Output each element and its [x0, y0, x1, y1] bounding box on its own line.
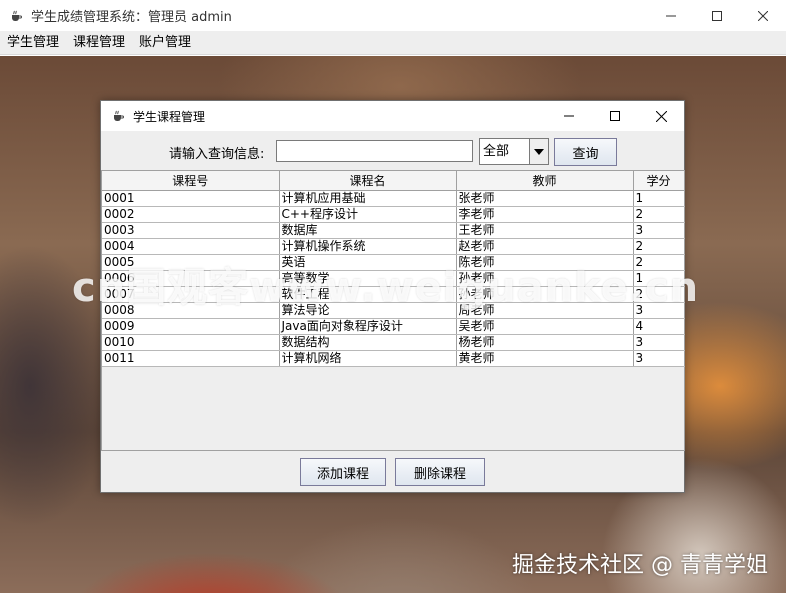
- search-type-value: 全部: [483, 144, 510, 159]
- table-row[interactable]: 0001 计算机应用基础 张老师 1: [102, 190, 685, 207]
- table-row[interactable]: 0010 数据结构 杨老师 3: [102, 334, 685, 351]
- table-row[interactable]: 0005 英语 陈老师 2: [102, 254, 685, 271]
- table-row[interactable]: 0006 高等数学 孙老师 1: [102, 270, 685, 287]
- menu-course-management[interactable]: 课程管理: [66, 31, 132, 55]
- cell-teacher[interactable]: 孙老师: [456, 286, 634, 303]
- cell-course-id[interactable]: 0005: [102, 254, 280, 271]
- menu-account-management[interactable]: 账户管理: [132, 31, 198, 55]
- cell-course-id[interactable]: 0007: [102, 286, 280, 303]
- cell-course-id[interactable]: 0002: [102, 206, 280, 223]
- cell-course-name[interactable]: 高等数学: [279, 270, 457, 287]
- cell-credits[interactable]: 3: [633, 302, 685, 319]
- java-cup-icon: [111, 109, 125, 123]
- cell-course-name[interactable]: 软件工程: [279, 286, 457, 303]
- cell-course-id[interactable]: 0004: [102, 238, 280, 255]
- column-header-credits[interactable]: 学分: [632, 171, 685, 191]
- column-header-course-id[interactable]: 课程号: [102, 171, 280, 191]
- table-row[interactable]: 0011 计算机网络 黄老师 3: [102, 350, 685, 367]
- course-management-dialog: 学生课程管理 请输入查询信息: 全部 查询 课程号 课程名 教师 学分 0001…: [100, 100, 685, 493]
- cell-teacher[interactable]: 王老师: [456, 222, 634, 239]
- cell-teacher[interactable]: 黄老师: [456, 350, 634, 367]
- cell-credits[interactable]: 1: [633, 270, 685, 287]
- menu-student-management[interactable]: 学生管理: [0, 31, 66, 55]
- cell-teacher[interactable]: 杨老师: [456, 334, 634, 351]
- dialog-maximize-button[interactable]: [592, 101, 638, 131]
- maximize-button[interactable]: [694, 0, 740, 31]
- chevron-down-icon[interactable]: [529, 139, 548, 164]
- course-table: 课程号 课程名 教师 学分 0001 计算机应用基础 张老师 1 0002 C++程序设计…: [101, 170, 685, 451]
- cell-course-name[interactable]: 计算机应用基础: [279, 190, 457, 207]
- cell-credits[interactable]: 2: [633, 254, 685, 271]
- cell-course-id[interactable]: 0006: [102, 270, 280, 287]
- column-header-course-name[interactable]: 课程名: [278, 171, 457, 191]
- cell-course-name[interactable]: 计算机操作系统: [279, 238, 457, 255]
- table-row[interactable]: 0002 C++程序设计 李老师 2: [102, 206, 685, 223]
- cell-teacher[interactable]: 赵老师: [456, 238, 634, 255]
- cell-teacher[interactable]: 孙老师: [456, 270, 634, 287]
- cell-credits[interactable]: 1: [633, 190, 685, 207]
- cell-course-id[interactable]: 0001: [102, 190, 280, 207]
- cell-course-name[interactable]: 数据结构: [279, 334, 457, 351]
- query-button[interactable]: 查询: [554, 138, 617, 166]
- window-controls: [648, 0, 786, 31]
- cell-credits[interactable]: 3: [633, 350, 685, 367]
- add-course-button[interactable]: 添加课程: [300, 458, 386, 486]
- window-title: 学生成绩管理系统：管理员 admin: [31, 10, 232, 25]
- delete-course-button[interactable]: 删除课程: [395, 458, 485, 486]
- column-header-teacher[interactable]: 教师: [455, 171, 634, 191]
- cell-course-name[interactable]: 数据库: [279, 222, 457, 239]
- cell-course-id[interactable]: 0011: [102, 350, 280, 367]
- cell-teacher[interactable]: 张老师: [456, 190, 634, 207]
- table-row[interactable]: 0004 计算机操作系统 赵老师 2: [102, 238, 685, 255]
- search-input[interactable]: [276, 140, 473, 162]
- cell-course-id[interactable]: 0009: [102, 318, 280, 335]
- cell-course-name[interactable]: 计算机网络: [279, 350, 457, 367]
- close-button[interactable]: [740, 0, 786, 31]
- cell-credits[interactable]: 3: [633, 222, 685, 239]
- cell-teacher[interactable]: 周老师: [456, 302, 634, 319]
- dialog-minimize-button[interactable]: [546, 101, 592, 131]
- cell-teacher[interactable]: 吴老师: [456, 318, 634, 335]
- cell-teacher[interactable]: 陈老师: [456, 254, 634, 271]
- dialog-title: 学生课程管理: [133, 109, 206, 124]
- cell-course-name[interactable]: 算法导论: [279, 302, 457, 319]
- cell-course-name[interactable]: C++程序设计: [279, 206, 457, 223]
- cell-course-id[interactable]: 0003: [102, 222, 280, 239]
- table-row[interactable]: 0003 数据库 王老师 3: [102, 222, 685, 239]
- cell-credits[interactable]: 2: [633, 206, 685, 223]
- java-cup-icon: [9, 9, 23, 23]
- cell-credits[interactable]: 3: [633, 334, 685, 351]
- main-titlebar: 学生成绩管理系统：管理员 admin: [0, 0, 786, 31]
- cell-course-name[interactable]: Java面向对象程序设计: [279, 318, 457, 335]
- dialog-close-button[interactable]: [638, 101, 684, 131]
- menubar: 学生管理 课程管理 账户管理: [0, 31, 786, 55]
- cell-credits[interactable]: 2: [633, 238, 685, 255]
- table-row[interactable]: 0008 算法导论 周老师 3: [102, 302, 685, 319]
- cell-credits[interactable]: 2: [633, 286, 685, 303]
- table-row[interactable]: 0009 Java面向对象程序设计 吴老师 4: [102, 318, 685, 335]
- cell-course-name[interactable]: 英语: [279, 254, 457, 271]
- bottom-watermark: 掘金技术社区 @ 青青学姐: [512, 553, 768, 578]
- table-row[interactable]: 0007 软件工程 孙老师 2: [102, 286, 685, 303]
- table-header: 课程号 课程名 教师 学分: [102, 171, 685, 191]
- cell-course-id[interactable]: 0010: [102, 334, 280, 351]
- cell-teacher[interactable]: 李老师: [456, 206, 634, 223]
- minimize-button[interactable]: [648, 0, 694, 31]
- search-label: 请输入查询信息:: [169, 147, 265, 162]
- dialog-titlebar: 学生课程管理: [101, 101, 684, 131]
- search-type-select[interactable]: 全部: [479, 138, 549, 165]
- cell-course-id[interactable]: 0008: [102, 302, 280, 319]
- search-row: 请输入查询信息: 全部 查询: [101, 137, 684, 166]
- dialog-window-controls: [546, 101, 684, 131]
- cell-credits[interactable]: 4: [633, 318, 685, 335]
